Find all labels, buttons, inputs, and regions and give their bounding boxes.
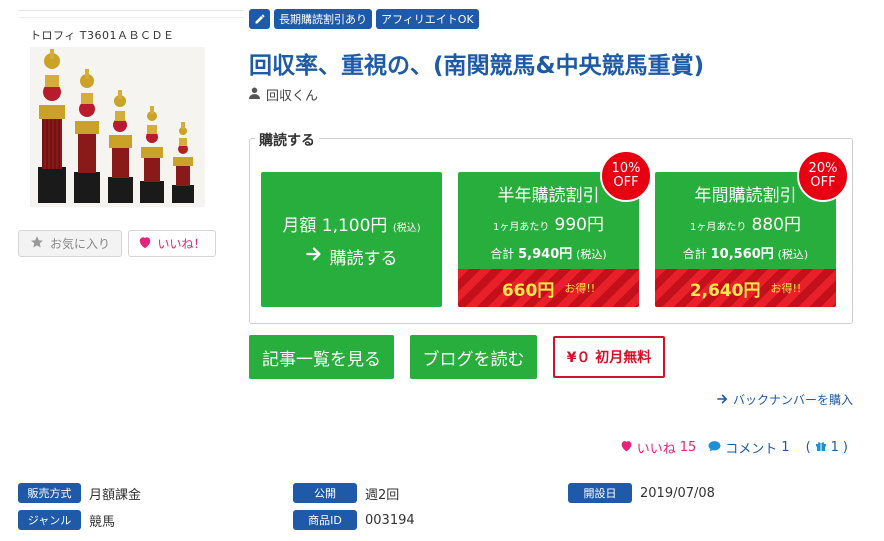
half-per-month-label: 1ヶ月あたり — [493, 222, 550, 233]
half-savings-label: お得!! — [564, 282, 596, 295]
engagement-stats: いいね 15 コメント 1 ( 1 ) — [620, 438, 848, 457]
meta-value: 2019/07/08 — [640, 485, 715, 501]
monthly-tax: (税込) — [392, 222, 421, 234]
meta-sales-method: 販売方式 月額課金 — [18, 483, 141, 503]
meta-label: ジャンル — [18, 510, 81, 530]
gifts-value: 1 — [830, 440, 839, 455]
edit-tag[interactable] — [249, 9, 270, 29]
read-blog-button[interactable]: ブログを読む — [410, 335, 537, 379]
divider — [18, 17, 244, 18]
arrow-right-icon — [305, 246, 322, 266]
likes-count[interactable]: いいね 15 — [620, 438, 697, 457]
favorite-label: お気に入り — [49, 237, 110, 251]
half-badge-percent: 10% — [611, 160, 641, 176]
backnumber-link[interactable]: バックナンバーを購入 — [717, 391, 853, 408]
year-per-month: 1ヶ月あたり 880円 — [655, 210, 836, 235]
likes-label: いいね — [636, 442, 676, 457]
half-savings-amount: 660円 — [501, 280, 555, 301]
meta-publish: 公開 週2回 — [293, 483, 399, 503]
first-month-free-button[interactable]: ¥０ 初月無料 — [553, 336, 665, 378]
comments-label: コメント — [725, 442, 778, 457]
meta-label: 販売方式 — [18, 483, 81, 503]
page-title: 回収率、重視の、(南関競馬&中央競馬重賞) — [249, 53, 705, 79]
meta-label: 公開 — [293, 483, 357, 503]
year-per-month-label: 1ヶ月あたり — [690, 222, 747, 233]
likes-value: 15 — [679, 440, 697, 455]
author[interactable]: 回収くん — [249, 85, 318, 104]
meta-value: 競馬 — [89, 514, 116, 530]
like-button[interactable]: いいね！ — [128, 230, 216, 257]
year-badge-percent: 20% — [808, 160, 838, 176]
monthly-price: 月額 1,100円 (税込) — [282, 211, 420, 236]
gifts-paren-open: ( — [805, 440, 811, 455]
year-badge-off: OFF — [810, 175, 836, 190]
product-caption: トロフィ T3601ＡＢＣＤＥ — [30, 29, 175, 42]
article-list-button[interactable]: 記事一覧を見る — [249, 335, 394, 379]
year-savings-banner: 2,640円 お得!! — [655, 269, 836, 307]
comments-value: 1 — [781, 440, 790, 455]
author-name: 回収くん — [266, 89, 319, 104]
year-total-label: 合計 — [682, 247, 707, 261]
product-image-trophies[interactable] — [30, 47, 205, 207]
pencil-icon — [254, 10, 266, 29]
half-total-value: 5,940円 — [518, 247, 573, 262]
meta-open-date: 開設日 2019/07/08 — [568, 483, 715, 503]
discount-badge-half: 10% OFF — [600, 150, 652, 202]
gift-icon — [815, 440, 827, 456]
half-per-month-value: 990円 — [554, 215, 604, 235]
year-per-month-value: 880円 — [751, 215, 801, 235]
monthly-plan-button[interactable]: 月額 1,100円 (税込) 購読する — [261, 172, 442, 307]
year-total-value: 10,560円 — [710, 247, 774, 262]
comment-icon — [708, 440, 721, 456]
heart-icon — [620, 440, 633, 456]
half-total: 合計 5,940円 (税込) — [458, 243, 639, 262]
meta-value: 003194 — [365, 512, 415, 528]
monthly-action: 購読する — [305, 244, 398, 269]
heart-icon — [138, 236, 152, 252]
meta-product-id: 商品ID 003194 — [293, 510, 415, 530]
star-icon — [30, 235, 44, 252]
favorite-button[interactable]: お気に入り — [18, 230, 122, 257]
half-savings-banner: 660円 お得!! — [458, 269, 639, 307]
tag-long-term-discount[interactable]: 長期購読割引あり — [274, 9, 372, 29]
meta-label: 開設日 — [568, 483, 632, 503]
trophy-image — [30, 47, 205, 207]
half-tax: (税込) — [576, 248, 607, 261]
year-savings-amount: 2,640円 — [689, 280, 761, 301]
half-per-month: 1ヶ月あたり 990円 — [458, 210, 639, 235]
monthly-price-text: 月額 1,100円 — [282, 215, 388, 236]
meta-label: 商品ID — [293, 510, 357, 530]
half-total-label: 合計 — [490, 247, 515, 261]
year-savings-label: お得!! — [770, 282, 802, 295]
gifts-count[interactable]: ( 1 ) — [806, 440, 848, 456]
divider — [18, 10, 244, 11]
year-tax: (税込) — [777, 248, 809, 261]
tag-affiliate-ok[interactable]: アフィリエイトOK — [376, 9, 479, 29]
like-label: いいね！ — [157, 237, 206, 251]
arrow-right-icon — [717, 393, 728, 407]
subscribe-legend: 購読する — [255, 130, 319, 150]
gifts-paren-close: ) — [842, 440, 848, 455]
backnumber-label: バックナンバーを購入 — [732, 393, 853, 407]
meta-value: 月額課金 — [89, 487, 142, 503]
user-icon — [249, 87, 260, 103]
tag-list: 長期購読割引あり アフィリエイトOK — [249, 9, 479, 29]
discount-badge-year: 20% OFF — [797, 150, 849, 202]
comments-count[interactable]: コメント 1 — [708, 438, 790, 457]
half-badge-off: OFF — [613, 175, 639, 190]
meta-genre: ジャンル 競馬 — [18, 510, 115, 530]
year-total: 合計 10,560円 (税込) — [655, 243, 836, 262]
monthly-action-label: 購読する — [329, 248, 398, 269]
meta-value: 週2回 — [365, 487, 400, 503]
